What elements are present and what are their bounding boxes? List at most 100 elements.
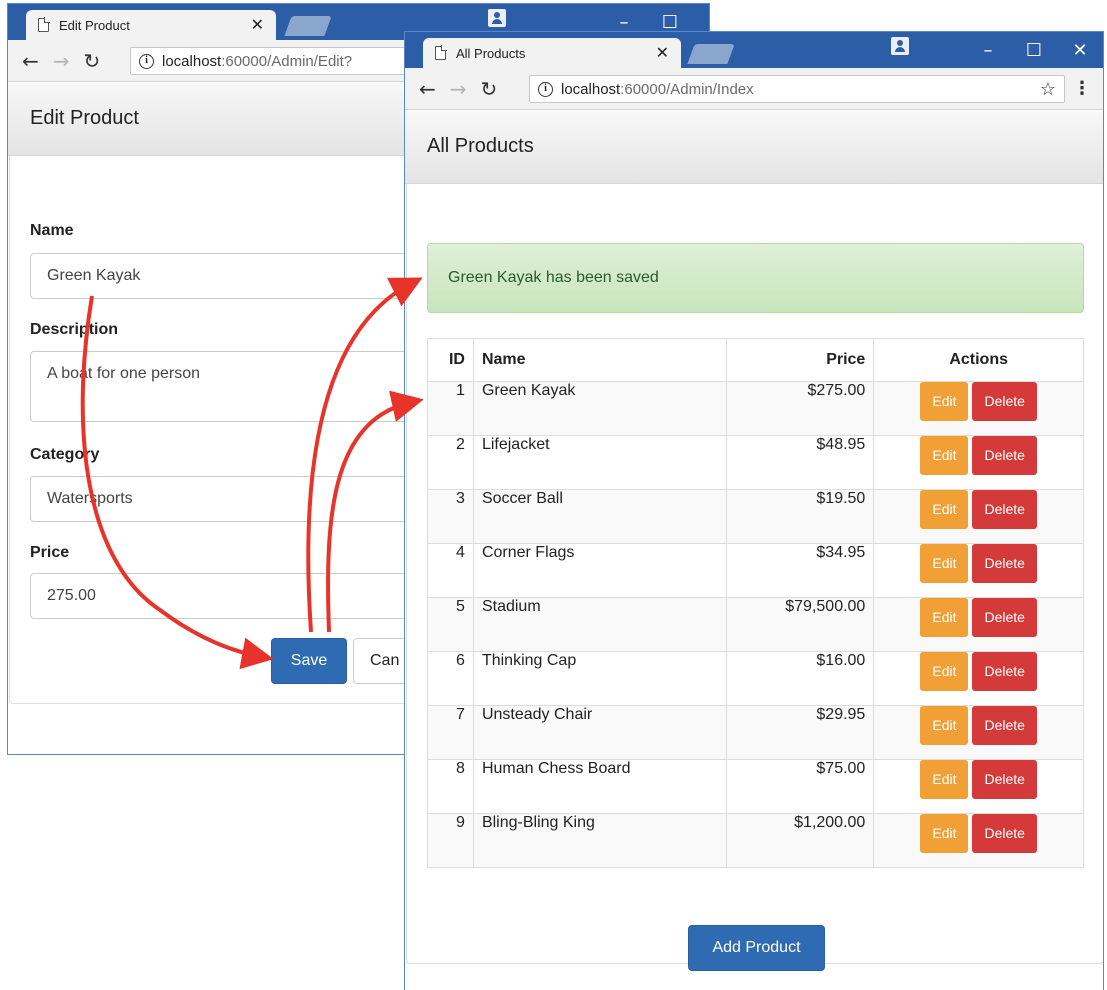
delete-button[interactable]: Delete bbox=[972, 706, 1037, 745]
cell-price: $29.95 bbox=[726, 705, 875, 760]
description-label: Description bbox=[30, 321, 119, 338]
delete-button[interactable]: Delete bbox=[972, 760, 1037, 799]
new-tab-button[interactable] bbox=[687, 44, 735, 64]
user-icon[interactable] bbox=[891, 37, 909, 55]
products-table: ID Name Price Actions 1 Green Kayak $275.0… bbox=[427, 338, 1084, 868]
url-host: localhost bbox=[561, 80, 621, 98]
address-bar[interactable]: i localhost:60000/Admin/Index ☆ bbox=[529, 75, 1065, 103]
new-tab-button[interactable] bbox=[284, 16, 332, 36]
table-row: 8 Human Chess Board $75.00 Edit Delete bbox=[427, 759, 1084, 814]
user-icon[interactable] bbox=[488, 9, 506, 27]
add-product-button[interactable]: Add Product bbox=[688, 925, 825, 971]
edit-button[interactable]: Edit bbox=[920, 598, 969, 637]
cell-id: 4 bbox=[427, 543, 474, 598]
table-body: 1 Green Kayak $275.00 Edit Delete 2 Lifejacket… bbox=[427, 381, 1084, 868]
edit-button[interactable]: Edit bbox=[920, 544, 969, 583]
cell-actions: Edit Delete bbox=[873, 543, 1084, 598]
close-window-icon[interactable]: ✕ bbox=[693, 12, 709, 33]
delete-button[interactable]: Delete bbox=[972, 544, 1037, 583]
browser-toolbar: ← → ↻ i localhost:60000/Admin/Index ☆ ⋮ bbox=[405, 68, 1103, 110]
save-button[interactable]: Save bbox=[271, 638, 347, 684]
url-host: localhost bbox=[162, 52, 222, 70]
back-arrow-icon[interactable]: ← bbox=[419, 77, 436, 101]
price-label: Price bbox=[30, 544, 70, 561]
delete-button[interactable]: Delete bbox=[972, 652, 1037, 691]
cell-name: Stadium bbox=[472, 597, 728, 652]
tab-title: All Products bbox=[456, 45, 526, 61]
column-header-name: Name bbox=[472, 338, 728, 382]
cell-name: Bling-Bling King bbox=[472, 813, 728, 868]
table-row: 1 Green Kayak $275.00 Edit Delete bbox=[427, 381, 1084, 436]
cell-name: Green Kayak bbox=[472, 381, 728, 436]
minimize-icon[interactable]: – bbox=[601, 12, 647, 33]
column-header-id: ID bbox=[427, 338, 474, 382]
cell-id: 8 bbox=[427, 759, 474, 814]
info-icon[interactable]: i bbox=[139, 53, 154, 69]
window-controls: – ☐ ✕ bbox=[965, 32, 1103, 68]
column-header-price: Price bbox=[726, 338, 875, 382]
cell-name: Corner Flags bbox=[472, 543, 728, 598]
table-row: 5 Stadium $79,500.00 Edit Delete bbox=[427, 597, 1084, 652]
delete-button[interactable]: Delete bbox=[972, 598, 1037, 637]
back-arrow-icon[interactable]: ← bbox=[22, 49, 39, 73]
edit-button[interactable]: Edit bbox=[920, 706, 969, 745]
tab-edit-product[interactable]: Edit Product ✕ bbox=[26, 10, 276, 40]
close-window-icon[interactable]: ✕ bbox=[1057, 40, 1103, 61]
delete-button[interactable]: Delete bbox=[972, 436, 1037, 475]
close-icon[interactable]: ✕ bbox=[656, 43, 669, 63]
cell-price: $1,200.00 bbox=[726, 813, 875, 868]
column-header-actions: Actions bbox=[873, 338, 1084, 382]
reload-icon[interactable]: ↻ bbox=[481, 77, 498, 101]
cell-id: 6 bbox=[427, 651, 474, 706]
cell-actions: Edit Delete bbox=[873, 435, 1084, 490]
close-icon[interactable]: ✕ bbox=[251, 15, 264, 35]
edit-button[interactable]: Edit bbox=[920, 382, 969, 421]
maximize-icon[interactable]: ☐ bbox=[1011, 40, 1057, 61]
cell-id: 9 bbox=[427, 813, 474, 868]
star-icon[interactable]: ☆ bbox=[1040, 79, 1056, 100]
edit-button[interactable]: Edit bbox=[920, 490, 969, 529]
stage: Edit Product ✕ – ☐ ✕ ← → ↻ i localhost:6… bbox=[0, 0, 1107, 990]
category-label: Category bbox=[30, 446, 100, 463]
cell-price: $19.50 bbox=[726, 489, 875, 544]
url-path: :60000/Admin/Index bbox=[620, 80, 754, 98]
edit-button[interactable]: Edit bbox=[920, 436, 969, 475]
delete-button[interactable]: Delete bbox=[972, 814, 1037, 853]
cell-actions: Edit Delete bbox=[873, 813, 1084, 868]
edit-button[interactable]: Edit bbox=[920, 814, 969, 853]
table-row: 9 Bling-Bling King $1,200.00 Edit Delete bbox=[427, 813, 1084, 868]
tab-title: Edit Product bbox=[59, 17, 130, 33]
cell-id: 7 bbox=[427, 705, 474, 760]
page-icon bbox=[38, 17, 50, 32]
cell-actions: Edit Delete bbox=[873, 597, 1084, 652]
table-header-row: ID Name Price Actions bbox=[427, 338, 1084, 382]
cell-name: Human Chess Board bbox=[472, 759, 728, 814]
cell-id: 3 bbox=[427, 489, 474, 544]
kebab-menu-icon[interactable]: ⋮ bbox=[1073, 78, 1091, 99]
page-icon bbox=[435, 45, 447, 60]
forward-arrow-icon[interactable]: → bbox=[53, 49, 70, 73]
cell-name: Soccer Ball bbox=[472, 489, 728, 544]
delete-button[interactable]: Delete bbox=[972, 382, 1037, 421]
reload-icon[interactable]: ↻ bbox=[84, 49, 101, 73]
forward-arrow-icon[interactable]: → bbox=[450, 77, 467, 101]
cell-id: 2 bbox=[427, 435, 474, 490]
name-label: Name bbox=[30, 222, 74, 239]
title-bar: All Products ✕ – ☐ ✕ bbox=[405, 32, 1103, 68]
delete-button[interactable]: Delete bbox=[972, 490, 1037, 529]
url-path: :60000/Admin/Edit? bbox=[221, 52, 353, 70]
tab-all-products[interactable]: All Products ✕ bbox=[423, 38, 681, 68]
maximize-icon[interactable]: ☐ bbox=[647, 12, 693, 33]
cell-price: $16.00 bbox=[726, 651, 875, 706]
minimize-icon[interactable]: – bbox=[965, 40, 1011, 61]
page-title: Edit Product bbox=[30, 107, 139, 129]
edit-button[interactable]: Edit bbox=[920, 760, 969, 799]
cell-name: Unsteady Chair bbox=[472, 705, 728, 760]
cell-price: $79,500.00 bbox=[726, 597, 875, 652]
cell-price: $75.00 bbox=[726, 759, 875, 814]
cell-actions: Edit Delete bbox=[873, 705, 1084, 760]
info-icon[interactable]: i bbox=[538, 81, 553, 97]
page-header: All Products bbox=[405, 111, 1103, 184]
edit-button[interactable]: Edit bbox=[920, 652, 969, 691]
table-row: 4 Corner Flags $34.95 Edit Delete bbox=[427, 543, 1084, 598]
